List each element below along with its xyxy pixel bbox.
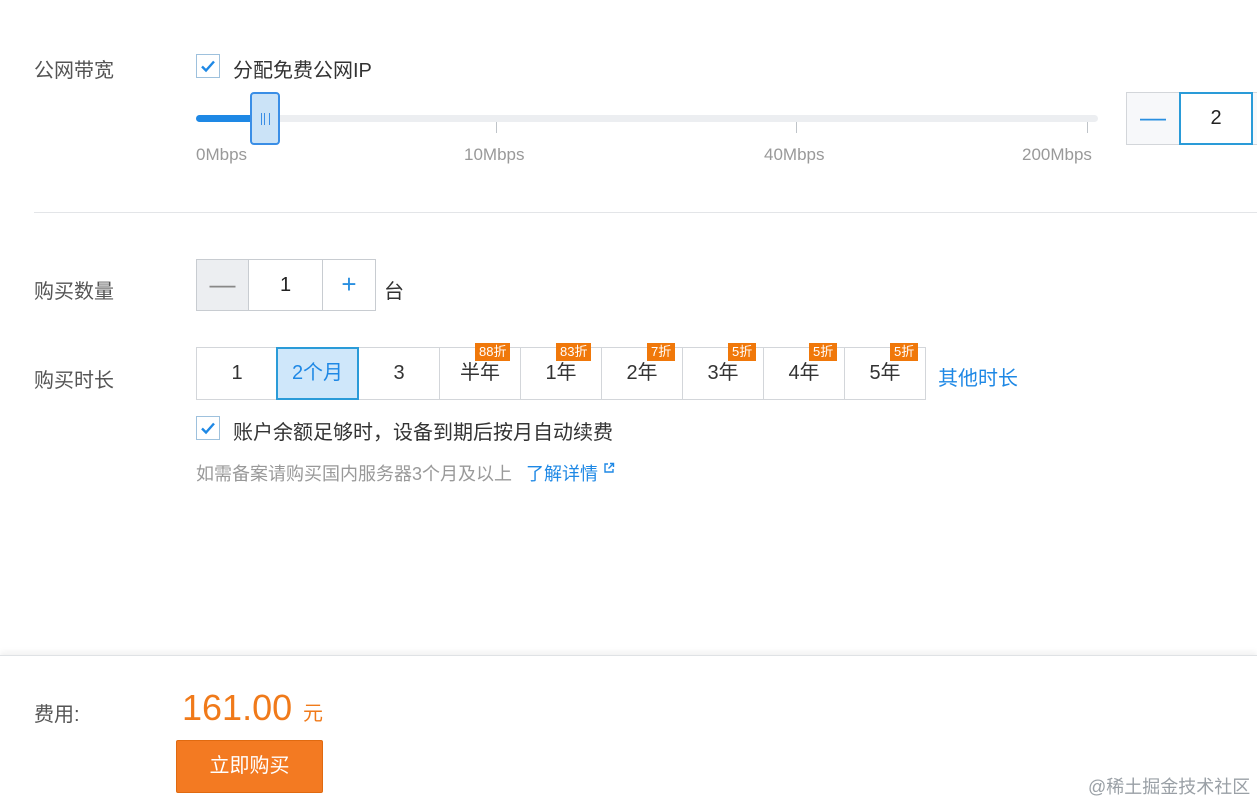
external-link-icon — [604, 462, 615, 473]
bandwidth-stepper: — 2 — [1126, 92, 1257, 145]
free-ip-label: 分配免费公网IP — [233, 60, 372, 82]
duration-option-2-months[interactable]: 2个月 — [276, 347, 359, 400]
slider-tick-label: 10Mbps — [464, 145, 525, 164]
learn-more-label: 了解详情 — [526, 464, 598, 484]
quantity-stepper: — 1 + — [196, 259, 376, 311]
grip-icon — [261, 113, 270, 125]
bandwidth-slider-handle[interactable] — [250, 92, 280, 145]
check-icon — [201, 422, 215, 435]
watermark: @稀土掘金技术社区 — [1088, 777, 1251, 797]
free-ip-checkbox[interactable] — [196, 54, 220, 78]
section-divider — [34, 212, 1257, 213]
discount-badge: 88折 — [475, 343, 511, 361]
discount-badge: 7折 — [647, 343, 676, 361]
slider-tick-label: 40Mbps — [764, 145, 825, 164]
discount-badge: 5折 — [728, 343, 757, 361]
slider-tick — [1087, 122, 1088, 133]
slider-tick — [496, 122, 497, 133]
auto-renew-label: 账户余额足够时，设备到期后按月自动续费 — [233, 422, 613, 444]
slider-tick-label: 0Mbps — [196, 145, 248, 164]
discount-badge: 5折 — [809, 343, 838, 361]
duration-option-3[interactable]: 3 — [358, 347, 440, 400]
bandwidth-decrease-button[interactable]: — — [1127, 93, 1179, 144]
buy-now-button[interactable]: 立即购买 — [176, 740, 323, 793]
quantity-decrease-button[interactable]: — — [197, 260, 249, 310]
price-currency: 元 — [303, 703, 323, 725]
duration-option-1[interactable]: 1 — [196, 347, 278, 400]
slider-tick-label: 200Mbps — [1022, 145, 1092, 164]
cost-label: 费用: — [34, 704, 80, 726]
quantity-unit: 台 — [384, 281, 404, 303]
quantity-input[interactable]: 1 — [249, 260, 322, 310]
price-value: 161.00 — [182, 687, 293, 728]
other-duration-link[interactable]: 其他时长 — [938, 362, 1018, 391]
bandwidth-slider-fill — [196, 115, 254, 122]
discount-badge: 83折 — [556, 343, 592, 361]
bandwidth-slider-track[interactable] — [196, 115, 1098, 122]
auto-renew-checkbox[interactable] — [196, 416, 220, 440]
bandwidth-input[interactable]: 2 — [1179, 92, 1253, 145]
quantity-label: 购买数量 — [34, 281, 114, 303]
duration-label: 购买时长 — [34, 370, 114, 392]
bandwidth-label: 公网带宽 — [34, 60, 114, 82]
filing-note: 如需备案请购买国内服务器3个月及以上 — [196, 464, 513, 484]
discount-badge: 5折 — [890, 343, 919, 361]
slider-tick — [796, 122, 797, 133]
learn-more-link[interactable]: 了解详情 — [526, 460, 615, 486]
quantity-increase-button[interactable]: + — [322, 260, 375, 310]
check-icon — [201, 60, 215, 73]
